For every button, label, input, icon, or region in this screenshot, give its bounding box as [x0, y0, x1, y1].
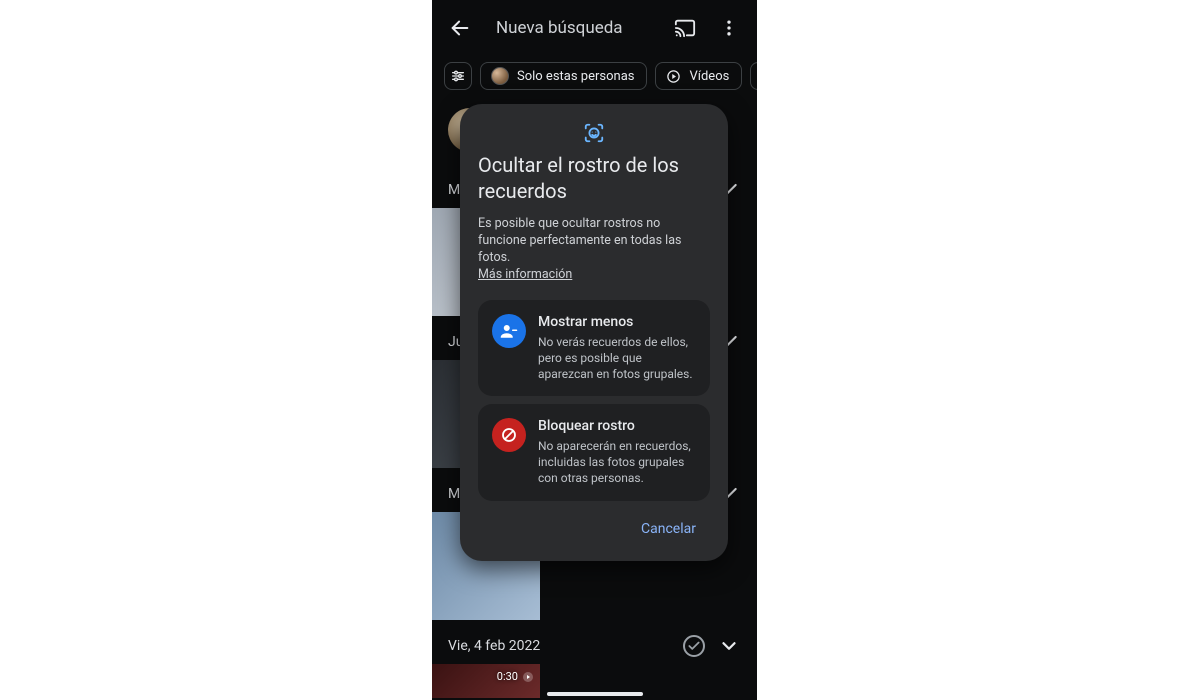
cancel-button[interactable]: Cancelar	[631, 513, 706, 545]
dialog-header-icon	[478, 122, 710, 144]
dialog-description-text: Es posible que ocultar rostros no funcio…	[478, 216, 681, 265]
more-info-link[interactable]: Más información	[478, 267, 572, 282]
option-subtitle: No verás recuerdos de ellos, pero es pos…	[538, 334, 696, 383]
block-icon	[500, 426, 518, 444]
dialog-actions: Cancelar	[478, 501, 710, 551]
option-block-face[interactable]: Bloquear rostro No aparecerán en recuerd…	[478, 404, 710, 501]
option-show-less[interactable]: Mostrar menos No verás recuerdos de ello…	[478, 300, 710, 397]
option-title: Bloquear rostro	[538, 418, 696, 434]
option-title: Mostrar menos	[538, 314, 696, 330]
person-remove-icon	[500, 322, 518, 340]
system-nav-bar	[432, 692, 757, 696]
option-icon-bubble	[492, 418, 526, 452]
dialog-options: Mostrar menos No verás recuerdos de ello…	[478, 300, 710, 501]
option-subtitle: No aparecerán en recuerdos, incluidas la…	[538, 438, 696, 487]
device-frame: Nueva búsqueda Solo estas personas Vídeo…	[432, 0, 757, 700]
dialog-title: Ocultar el rostro de los recuerdos	[478, 152, 710, 204]
dialog-description: Es posible que ocultar rostros no funcio…	[478, 216, 710, 284]
hide-face-dialog: Ocultar el rostro de los recuerdos Es po…	[460, 104, 728, 561]
gesture-pill-icon	[547, 692, 643, 696]
face-scan-icon	[583, 122, 605, 144]
option-icon-bubble	[492, 314, 526, 348]
